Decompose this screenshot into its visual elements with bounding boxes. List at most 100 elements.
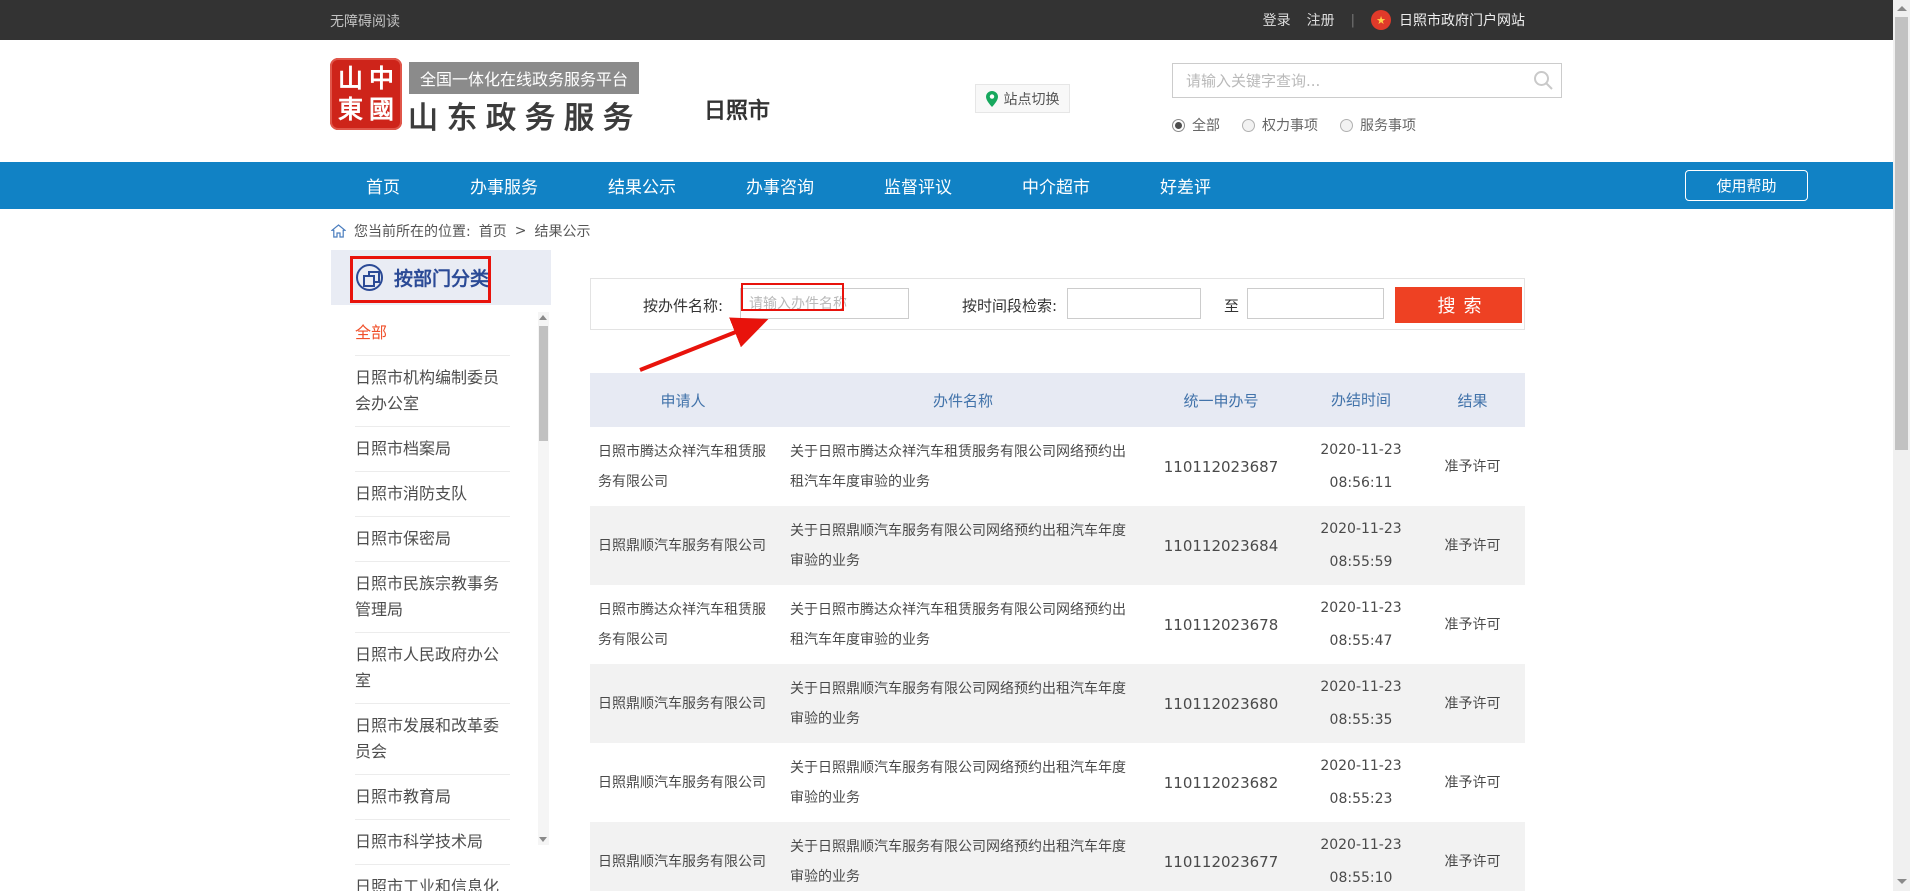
seal-character: 東 [338,97,363,122]
radio-icon[interactable] [1172,119,1185,132]
header-search [1172,63,1562,98]
sidebar-title: 按部门分类 [394,264,489,291]
column-header: 办结时间 [1302,384,1420,417]
main-content: 按办件名称: 按时间段检索: 至 搜索 申请人办件名称统一申办号办结时间结果 日… [590,250,1525,891]
table-row: 日照鼎顺汽车服务有限公司关于日照鼎顺汽车服务有限公司网络预约出租汽车年度审验的业… [590,822,1525,891]
cell-result: 准予许可 [1420,610,1525,640]
finish-clock: 08:55:10 [1302,862,1420,891]
register-link[interactable]: 注册 [1307,10,1335,30]
sidebar-department-item[interactable]: 日照市保密局 [355,517,510,562]
column-header: 申请人 [590,382,780,419]
nav-item[interactable]: 结果公示 [608,173,676,198]
cell-finish-time: 2020-11-2308:56:11 [1302,434,1420,500]
nav-item[interactable]: 办事咨询 [746,173,814,198]
cell-apply-number: 110112023680 [1140,689,1302,719]
national-emblem-icon [1371,10,1391,30]
portal-link[interactable]: 日照市政府门户网站 [1371,10,1525,30]
accessibility-link[interactable]: 无障碍阅读 [330,11,400,31]
main-nav: 首页 办事服务 结果公示 办事咨询 监督评议 中介超市 好差评 使用帮助 [0,162,1893,209]
sidebar-department-item[interactable]: 日照市人民政府办公室 [355,633,510,704]
to-label: 至 [1224,295,1239,316]
radio-label: 服务事项 [1360,115,1416,135]
keyword-search-input[interactable] [1172,63,1562,98]
nav-item[interactable]: 中介超市 [1022,173,1090,198]
header: 山中東國 全国一体化在线政务服务平台 山东政务服务 日照市 站点切换 全部权力事… [0,40,1893,162]
cell-applicant: 日照鼎顺汽车服务有限公司 [590,681,780,727]
filter-bar: 按办件名称: 按时间段检索: 至 搜索 [590,278,1525,330]
cell-matter-name: 关于日照市腾达众祥汽车租赁服务有限公司网络预约出租汽车年度审验的业务 [780,429,1140,505]
sidebar-department-item[interactable]: 日照市民族宗教事务管理局 [355,562,510,633]
table-row: 日照鼎顺汽车服务有限公司关于日照鼎顺汽车服务有限公司网络预约出租汽车年度审验的业… [590,743,1525,822]
radio-icon[interactable] [1340,119,1353,132]
time-start-input[interactable] [1067,288,1201,319]
breadcrumb: 您当前所在的位置: 首页 > 结果公示 [331,221,590,241]
seal-character: 山 [338,66,363,91]
page-scroll-thumb[interactable] [1895,17,1908,450]
column-header: 办件名称 [780,382,1140,419]
nav-item[interactable]: 首页 [366,173,400,198]
nav-item[interactable]: 办事服务 [470,173,538,198]
column-header: 统一申办号 [1140,390,1302,411]
cell-apply-number: 110112023678 [1140,610,1302,640]
search-button[interactable]: 搜索 [1395,287,1522,323]
cell-apply-number: 110112023677 [1140,847,1302,877]
sidebar-department-item[interactable]: 日照市机构编制委员会办公室 [355,356,510,427]
brand-title: 山东政务服务 [408,93,642,137]
cell-matter-name: 关于日照市腾达众祥汽车租赁服务有限公司网络预约出租汽车年度审验的业务 [780,587,1140,663]
search-scope-option[interactable]: 权力事项 [1242,115,1318,135]
location-pin-icon [986,91,998,107]
sidebar-scroll-up-icon[interactable] [539,315,547,320]
search-scope-option[interactable]: 全部 [1172,115,1220,135]
topbar-divider: | [1351,13,1355,28]
help-button[interactable]: 使用帮助 [1685,170,1808,201]
sidebar-scroll-thumb[interactable] [539,326,548,441]
seal-character: 國 [369,97,394,122]
cell-finish-time: 2020-11-2308:55:59 [1302,513,1420,579]
sidebar-department-item[interactable]: 日照市档案局 [355,427,510,472]
sidebar-header: 按部门分类 [331,250,551,305]
search-scope-options: 全部 权力事项 服务事项 [1172,115,1416,135]
page-scroll-down-icon[interactable] [1897,879,1907,884]
column-header: 结果 [1420,390,1525,411]
cell-applicant: 日照鼎顺汽车服务有限公司 [590,839,780,885]
nav-item[interactable]: 好差评 [1160,173,1211,198]
login-link[interactable]: 登录 [1263,10,1291,30]
department-category-icon [356,264,383,291]
cell-applicant: 日照鼎顺汽车服务有限公司 [590,760,780,806]
sidebar-department-item[interactable]: 日照市教育局 [355,775,510,820]
table-row: 日照鼎顺汽车服务有限公司关于日照鼎顺汽车服务有限公司网络预约出租汽车年度审验的业… [590,664,1525,743]
sidebar-department-item[interactable]: 日照市科学技术局 [355,820,510,865]
cell-finish-time: 2020-11-2308:55:10 [1302,829,1420,891]
cell-matter-name: 关于日照鼎顺汽车服务有限公司网络预约出租汽车年度审验的业务 [780,508,1140,584]
matter-name-input[interactable] [740,288,909,319]
breadcrumb-separator: > [515,223,527,239]
sidebar-department-item[interactable]: 日照市消防支队 [355,472,510,517]
nav-items: 首页 办事服务 结果公示 办事咨询 监督评议 中介超市 好差评 [366,173,1211,198]
sidebar-department-item[interactable]: 日照市工业和信息化 [355,865,510,891]
page-scrollbar[interactable] [1893,0,1910,891]
cell-result: 准予许可 [1420,768,1525,798]
cell-applicant: 日照鼎顺汽车服务有限公司 [590,523,780,569]
time-end-input[interactable] [1247,288,1384,319]
sidebar-department-item[interactable]: 全部 [355,311,510,356]
radio-label: 权力事项 [1262,115,1318,135]
radio-icon[interactable] [1242,119,1255,132]
cell-matter-name: 关于日照鼎顺汽车服务有限公司网络预约出租汽车年度审验的业务 [780,745,1140,821]
table-row: 日照市腾达众祥汽车租赁服务有限公司关于日照市腾达众祥汽车租赁服务有限公司网络预约… [590,585,1525,664]
seal-character: 中 [369,66,394,91]
shandong-seal-logo: 山中東國 [330,58,402,130]
sidebar-scrollbar[interactable] [538,312,549,845]
cell-result: 准予许可 [1420,689,1525,719]
page-scroll-up-icon[interactable] [1897,6,1907,11]
cell-finish-time: 2020-11-2308:55:35 [1302,671,1420,737]
city-name: 日照市 [704,93,770,125]
search-scope-option[interactable]: 服务事项 [1340,115,1416,135]
breadcrumb-home[interactable]: 首页 [479,221,507,241]
site-switch-button[interactable]: 站点切换 [975,84,1070,113]
sidebar-scroll-down-icon[interactable] [539,837,547,842]
finish-date: 2020-11-23 [1302,829,1420,862]
nav-item[interactable]: 监督评议 [884,173,952,198]
sidebar-department-item[interactable]: 日照市发展和改革委员会 [355,704,510,775]
finish-date: 2020-11-23 [1302,434,1420,467]
magnifier-icon[interactable] [1533,70,1554,91]
